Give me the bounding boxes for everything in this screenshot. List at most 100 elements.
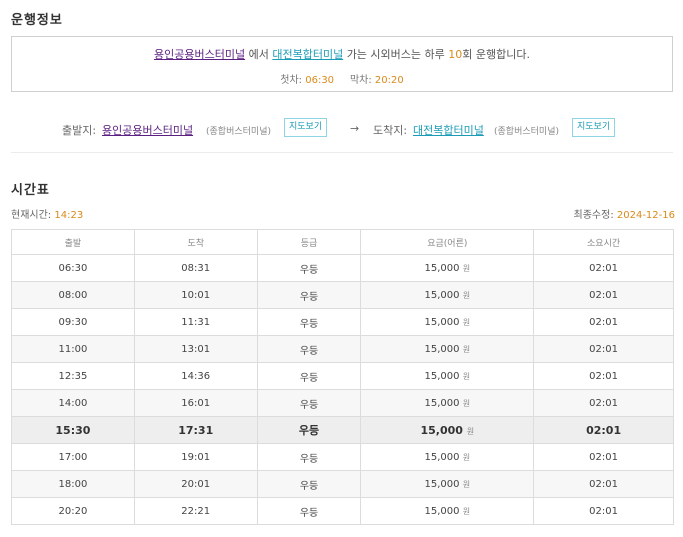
from-word: 에서 — [248, 48, 269, 61]
current-time-label: 현재시간: — [11, 210, 52, 221]
grade-cell: 우등 — [256, 497, 362, 525]
duration-cell: 02:01 — [533, 308, 674, 336]
table-row: 18:00 20:01 우등 15,000 원 02:01 — [11, 470, 674, 498]
fare-cell: 15,000 원 — [360, 308, 535, 336]
departure-map-button[interactable]: 지도보기 — [284, 118, 328, 137]
table-row: 12:35 14:36 우등 15,000 원 02:01 — [11, 362, 674, 390]
grade-cell: 우등 — [256, 362, 362, 390]
arrival-cell: 13:01 — [133, 335, 258, 363]
current-time: 현재시간: 14:23 — [11, 206, 83, 221]
departure-label: 출발지: — [62, 124, 97, 137]
operation-info-title: 운행정보 — [11, 13, 63, 28]
daily-count: 10 — [448, 48, 463, 61]
grade-cell: 우등 — [256, 281, 362, 309]
grade-cell: 우등 — [256, 308, 362, 336]
fare-cell: 15,000 원 — [360, 281, 535, 309]
fare-value: 15,000 — [424, 262, 460, 274]
first-last-bus: 첫차: 06:30 막차: 20:20 — [12, 71, 672, 86]
current-time-value: 14:23 — [54, 210, 84, 221]
col-duration: 소요시간 — [533, 229, 674, 255]
arrival-cell: 17:31 — [133, 416, 258, 444]
arrival-cell: 22:21 — [133, 497, 258, 525]
last-updated-label: 최종수정: — [573, 210, 614, 221]
arrival-type: (종합버스터미널) — [494, 127, 559, 137]
fare-value: 15,000 — [424, 316, 460, 328]
timetable-table: 출발 도착 등급 요금(어른) 소요시간 06:30 08:31 우등 15,0… — [11, 229, 674, 525]
departure-cell: 20:20 — [11, 497, 135, 525]
departure-terminal-link[interactable]: 용인공용버스터미널 — [102, 122, 193, 138]
arrival-cell: 19:01 — [133, 443, 258, 471]
won-unit: 원 — [462, 263, 471, 273]
departure-cell: 14:00 — [11, 389, 135, 417]
fare-value: 15,000 — [424, 289, 460, 301]
arrival-cell: 11:31 — [133, 308, 258, 336]
duration-cell: 02:01 — [533, 362, 674, 390]
arrival-cell: 14:36 — [133, 362, 258, 390]
fare-value: 15,000 — [424, 370, 460, 382]
departure-cell: 18:00 — [11, 470, 135, 498]
fare-cell: 15,000 원 — [360, 254, 535, 282]
won-unit: 원 — [462, 371, 471, 381]
origin-terminal-link[interactable]: 용인공용버스터미널 — [154, 48, 245, 61]
first-bus-time: 06:30 — [305, 75, 335, 86]
won-unit: 원 — [462, 398, 471, 408]
arrival-cell: 20:01 — [133, 470, 258, 498]
fare-cell: 15,000 원 — [360, 416, 535, 444]
arrival-label: 도착지: — [373, 124, 408, 137]
fare-value: 15,000 — [424, 505, 460, 517]
departure-cell: 17:00 — [11, 443, 135, 471]
departure-cell: 15:30 — [11, 416, 135, 444]
destination-terminal-link[interactable]: 대전복합터미널 — [272, 48, 343, 61]
grade-cell: 우등 — [256, 335, 362, 363]
arrival-map-button[interactable]: 지도보기 — [572, 118, 616, 137]
duration-cell: 02:01 — [533, 416, 674, 444]
col-grade: 등급 — [256, 229, 362, 255]
won-unit: 원 — [466, 426, 475, 436]
grade-cell: 우등 — [256, 416, 362, 444]
fare-value: 15,000 — [424, 343, 460, 355]
won-unit: 원 — [462, 506, 471, 516]
duration-cell: 02:01 — [533, 497, 674, 525]
duration-cell: 02:01 — [533, 254, 674, 282]
departure-cell: 08:00 — [11, 281, 135, 309]
timetable-title: 시간표 — [11, 183, 50, 198]
last-bus-label: 막차: — [349, 75, 372, 86]
departure-cell: 09:30 — [11, 308, 135, 336]
duration-cell: 02:01 — [533, 281, 674, 309]
last-bus-time: 20:20 — [374, 75, 404, 86]
first-bus-label: 첫차: — [280, 75, 303, 86]
fare-cell: 15,000 원 — [360, 443, 535, 471]
arrival-cell: 10:01 — [133, 281, 258, 309]
table-row: 17:00 19:01 우등 15,000 원 02:01 — [11, 443, 674, 471]
col-departure: 출발 — [11, 229, 135, 255]
fare-value: 15,000 — [420, 423, 463, 437]
duration-cell: 02:01 — [533, 389, 674, 417]
fare-cell: 15,000 원 — [360, 389, 535, 417]
grade-cell: 우등 — [256, 443, 362, 471]
arrival-cell: 08:31 — [133, 254, 258, 282]
col-arrival: 도착 — [133, 229, 258, 255]
fare-cell: 15,000 원 — [360, 497, 535, 525]
last-updated-date: 2024-12-16 — [616, 210, 675, 221]
fare-value: 15,000 — [424, 451, 460, 463]
duration-cell: 02:01 — [533, 335, 674, 363]
table-row: 11:00 13:01 우등 15,000 원 02:01 — [11, 335, 674, 363]
arrival-cell: 16:01 — [133, 389, 258, 417]
won-unit: 원 — [462, 479, 471, 489]
table-row-highlighted: 15:30 17:31 우등 15,000 원 02:01 — [11, 416, 674, 444]
arrival-terminal-link[interactable]: 대전복합터미널 — [413, 122, 484, 138]
grade-cell: 우등 — [256, 389, 362, 417]
grade-cell: 우등 — [256, 470, 362, 498]
won-unit: 원 — [462, 317, 471, 327]
divider — [11, 152, 673, 153]
fare-value: 15,000 — [424, 478, 460, 490]
won-unit: 원 — [462, 290, 471, 300]
departure-cell: 11:00 — [11, 335, 135, 363]
table-header-row: 출발 도착 등급 요금(어른) 소요시간 — [11, 229, 674, 255]
table-row: 20:20 22:21 우등 15,000 원 02:01 — [11, 497, 674, 525]
summary-mid: 가는 시외버스는 하루 — [346, 48, 445, 61]
operation-summary: 용인공용버스터미널 에서 대전복합터미널 가는 시외버스는 하루 10회 운행합… — [12, 46, 672, 62]
summary-end: 회 운행합니다. — [462, 48, 530, 61]
fare-cell: 15,000 원 — [360, 470, 535, 498]
col-fare: 요금(어른) — [360, 229, 535, 255]
